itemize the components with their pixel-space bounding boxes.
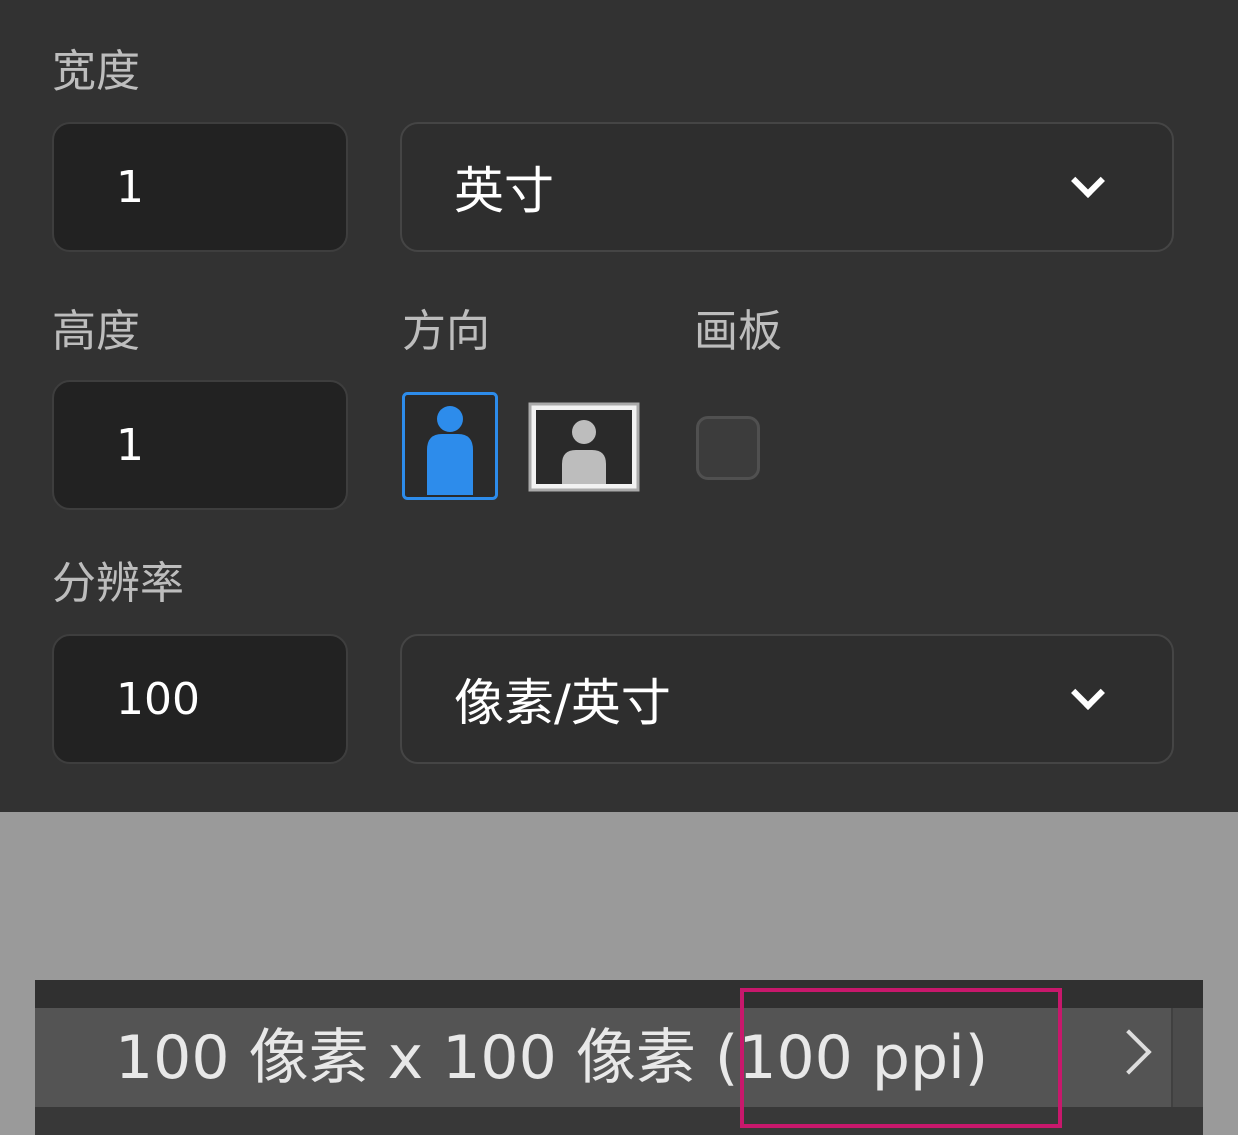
ppi-highlight-box bbox=[740, 988, 1062, 1128]
landscape-orientation-button[interactable] bbox=[528, 402, 640, 492]
chevron-down-icon bbox=[1071, 676, 1105, 710]
portrait-person-icon bbox=[402, 392, 498, 500]
landscape-person-icon bbox=[528, 402, 640, 492]
chevron-down-icon bbox=[1071, 164, 1105, 198]
resolution-label: 分辨率 bbox=[52, 558, 184, 609]
width-input[interactable]: 1 bbox=[52, 122, 348, 252]
width-label: 宽度 bbox=[52, 46, 140, 97]
height-input[interactable]: 1 bbox=[52, 380, 348, 510]
new-document-panel: 宽度 1 英寸 高度 方向 画板 1 分辨率 100 像素/英寸 bbox=[0, 0, 1238, 812]
resolution-input[interactable]: 100 bbox=[52, 634, 348, 764]
orientation-label: 方向 bbox=[402, 306, 490, 357]
artboard-checkbox[interactable] bbox=[696, 416, 760, 480]
width-unit-value: 英寸 bbox=[454, 162, 554, 220]
height-label: 高度 bbox=[52, 306, 140, 357]
resolution-unit-select[interactable]: 像素/英寸 bbox=[400, 634, 1174, 764]
artboard-label: 画板 bbox=[694, 306, 782, 357]
width-unit-select[interactable]: 英寸 bbox=[400, 122, 1174, 252]
resolution-unit-value: 像素/英寸 bbox=[454, 674, 671, 732]
portrait-orientation-button[interactable] bbox=[402, 392, 498, 500]
